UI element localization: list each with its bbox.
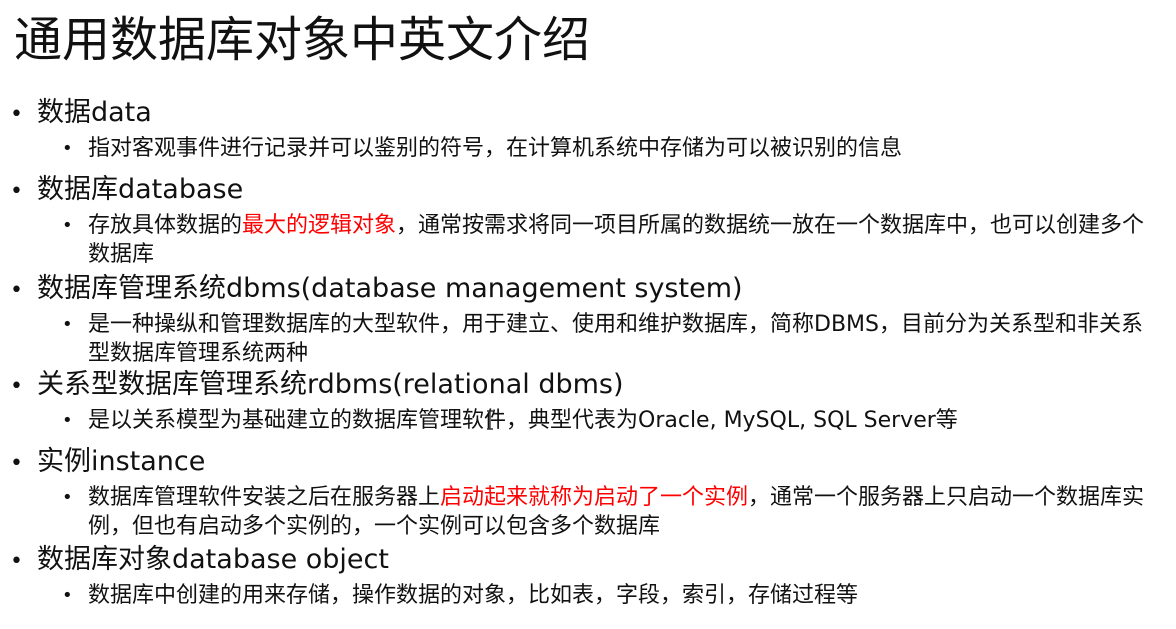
heading-text: 数据库对象database object <box>37 544 389 575</box>
heading-row: • 数据库管理系统dbms(database management system… <box>10 272 1164 308</box>
heading-row: • 实例instance <box>10 445 1164 481</box>
list-item-database: • 数据库database • 存放具体数据的最大的逻辑对象，通常按需求将同一项… <box>10 173 1164 269</box>
list-item-instance: • 实例instance • 数据库管理软件安装之后在服务器上启动起来就称为启动… <box>10 445 1164 541</box>
heading-text: 实例instance <box>37 446 206 477</box>
detail-text: 是以关系模型为基础建立的数据库管理软件，典型代表为Oracle, MySQL, … <box>88 408 958 433</box>
heading-row: • 数据库对象database object <box>10 543 1164 579</box>
detail-highlight: 启动起来就称为启动了一个实例 <box>440 485 749 510</box>
slide-title: 通用数据库对象中英文介绍 <box>14 12 591 68</box>
bullet-icon: • <box>10 374 23 399</box>
bullet-icon: • <box>10 278 23 303</box>
heading-text: 数据库database <box>37 174 244 205</box>
heading-row: • 数据data <box>10 96 1164 132</box>
detail-row: • 是以关系模型为基础建立的数据库管理软件，典型代表为Oracle, MySQL… <box>10 406 1164 435</box>
heading-text: 关系型数据库管理系统rdbms(relational dbms) <box>37 369 624 400</box>
detail-prefix: 数据库管理软件安装之后在服务器上 <box>88 485 441 510</box>
detail-text: 是一种操纵和管理数据库的大型软件，用于建立、使用和维护数据库，简称DBMS，目前… <box>88 312 1143 366</box>
list-item-dbms: • 数据库管理系统dbms(database management system… <box>10 272 1164 368</box>
list-item-rdbms: • 关系型数据库管理系统rdbms(relational dbms) • 是以关… <box>10 368 1164 435</box>
detail-highlight: 最大的逻辑对象 <box>242 213 397 238</box>
sub-bullet-icon: • <box>62 215 73 236</box>
detail-row: • 数据库管理软件安装之后在服务器上启动起来就称为启动了一个实例，通常一个服务器… <box>10 483 1164 541</box>
list-item-data: • 数据data • 指对客观事件进行记录并可以鉴别的符号，在计算机系统中存储为… <box>10 96 1164 163</box>
detail-text: 存放具体数据的最大的逻辑对象，通常按需求将同一项目所属的数据统一放在一个数据库中… <box>88 211 1163 269</box>
detail-text: 指对客观事件进行记录并可以鉴别的符号，在计算机系统中存储为可以被识别的信息 <box>88 136 903 161</box>
detail-row: • 指对客观事件进行记录并可以鉴别的符号，在计算机系统中存储为可以被识别的信息 <box>10 134 1164 163</box>
heading-text: 数据data <box>37 97 152 128</box>
sub-bullet-icon: • <box>62 138 73 159</box>
heading-row: • 数据库database <box>10 173 1164 209</box>
detail-prefix: 存放具体数据的 <box>88 213 243 238</box>
sub-bullet-icon: • <box>62 314 73 335</box>
sub-bullet-icon: • <box>62 585 73 606</box>
detail-row: • 是一种操纵和管理数据库的大型软件，用于建立、使用和维护数据库，简称DBMS，… <box>10 310 1164 368</box>
bullet-icon: • <box>10 451 23 476</box>
list-item-database-object: • 数据库对象database object • 数据库中创建的用来存储，操作数… <box>10 543 1164 610</box>
slide: 通用数据库对象中英文介绍 • 数据data • 指对客观事件进行记录并可以鉴别的… <box>0 0 1176 629</box>
bullet-icon: • <box>10 102 23 127</box>
detail-text: 数据库管理软件安装之后在服务器上启动起来就称为启动了一个实例，通常一个服务器上只… <box>88 483 1163 541</box>
bullet-icon: • <box>10 549 23 574</box>
detail-row: • 存放具体数据的最大的逻辑对象，通常按需求将同一项目所属的数据统一放在一个数据… <box>10 211 1164 269</box>
heading-row: • 关系型数据库管理系统rdbms(relational dbms) <box>10 368 1164 404</box>
detail-text: 数据库中创建的用来存储，操作数据的对象，比如表，字段，索引，存储过程等 <box>88 583 859 608</box>
detail-row: • 数据库中创建的用来存储，操作数据的对象，比如表，字段，索引，存储过程等 <box>10 581 1164 610</box>
sub-bullet-icon: • <box>62 487 73 508</box>
bullet-icon: • <box>10 179 23 204</box>
heading-text: 数据库管理系统dbms(database management system) <box>37 273 743 304</box>
sub-bullet-icon: • <box>62 410 73 431</box>
